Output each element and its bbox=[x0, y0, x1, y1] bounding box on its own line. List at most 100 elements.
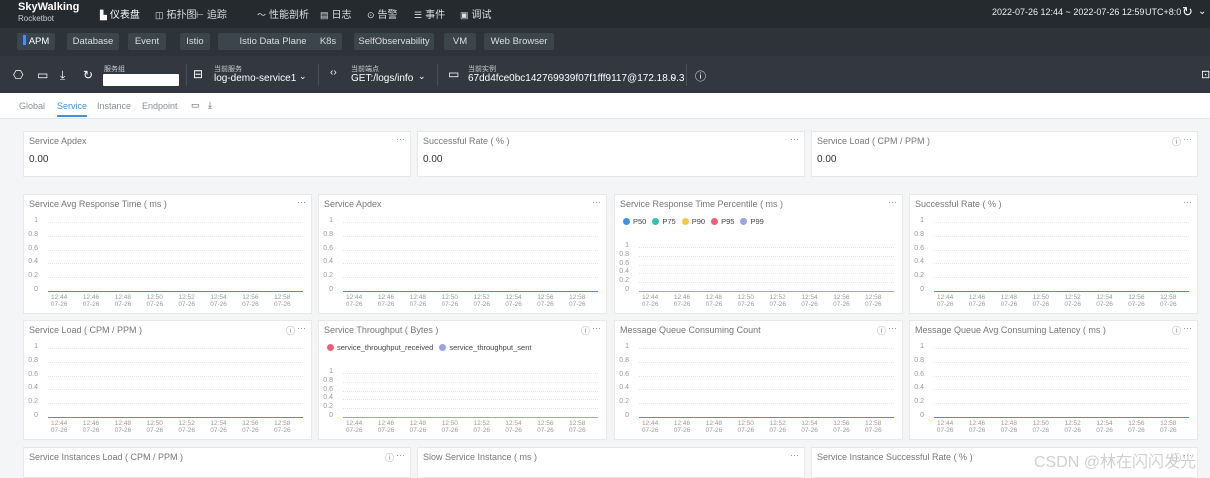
chart-legend: P50 P75 P90 P95 P99 bbox=[623, 217, 770, 226]
series-line bbox=[934, 417, 1189, 418]
x-tick-date: 07-26 bbox=[345, 301, 363, 308]
more-icon[interactable]: ··· bbox=[888, 323, 897, 333]
x-tick-date: 07-26 bbox=[82, 427, 100, 434]
instance-select[interactable]: 67dd4fce0bc142769939f07f1fff9117@172.18.… bbox=[468, 73, 684, 84]
nav-topology-icon: ◫ bbox=[155, 10, 164, 20]
subtab-service[interactable]: Service bbox=[57, 101, 87, 111]
info-icon[interactable]: ⓘ bbox=[385, 451, 394, 464]
legend-item[interactable]: P90 bbox=[681, 217, 705, 226]
y-tick-label: 1 bbox=[34, 217, 38, 224]
info-icon[interactable]: ⓘ bbox=[286, 324, 295, 337]
more-icon[interactable]: ··· bbox=[396, 450, 405, 460]
time-range[interactable]: 2022-07-26 12:44 ~ 2022-07-26 12:59 bbox=[992, 7, 1144, 17]
info-icon[interactable]: ⓘ bbox=[877, 324, 886, 337]
panel-successful-rate: Successful Rate ( % ) ··· 0.00 bbox=[417, 131, 805, 177]
tab-label: VM bbox=[452, 36, 468, 47]
more-icon[interactable]: ··· bbox=[888, 197, 897, 207]
more-icon[interactable]: ··· bbox=[297, 323, 306, 333]
refresh-icon[interactable]: ↻ bbox=[1182, 4, 1193, 20]
info-icon[interactable]: ⓘ bbox=[695, 68, 706, 84]
x-tick-label: 12:54 07-26 bbox=[1092, 294, 1118, 308]
nav-dashboard[interactable]: ▙ 仪表盘 bbox=[100, 6, 140, 21]
more-icon[interactable]: ··· bbox=[790, 450, 799, 460]
tab-selfobservability[interactable]: SelfObservability bbox=[354, 33, 434, 50]
subtab-instance[interactable]: Instance bbox=[97, 101, 131, 111]
more-icon[interactable]: ··· bbox=[592, 323, 601, 333]
x-tick-label: 12:54 07-26 bbox=[501, 420, 527, 434]
subtab-global[interactable]: Global bbox=[19, 101, 45, 111]
x-tick-date: 07-26 bbox=[864, 301, 882, 308]
y-tick-label: 0 bbox=[34, 412, 38, 419]
monitor-icon[interactable]: ▭ bbox=[37, 68, 48, 82]
legend-item[interactable]: P50 bbox=[623, 217, 646, 226]
x-tick-date: 07-26 bbox=[505, 301, 522, 308]
y-tick-label: 0.6 bbox=[323, 385, 333, 393]
endpoint-select[interactable]: GET:/logs/info bbox=[351, 73, 413, 84]
lock-icon[interactable]: ⎔ bbox=[13, 68, 23, 82]
instance-icon: ▭ bbox=[448, 67, 460, 81]
legend-item[interactable]: service_throughput_received bbox=[327, 343, 433, 352]
chevron-down-icon[interactable]: ⌄ bbox=[1198, 6, 1206, 17]
more-icon[interactable]: ··· bbox=[1183, 197, 1192, 207]
x-tick-date: 07-26 bbox=[473, 427, 490, 434]
timezone[interactable]: UTC+8:0 bbox=[1145, 7, 1181, 17]
grid-line bbox=[343, 222, 598, 223]
nav-profile[interactable]: 〜性能剖析 bbox=[257, 6, 309, 21]
x-tick-label: 12:50 07-26 bbox=[733, 294, 759, 308]
nav-alarm[interactable]: ⊙ 告警 bbox=[367, 6, 398, 21]
legend-item[interactable]: service_throughput_sent bbox=[439, 343, 531, 352]
nav-trace[interactable]: ⊢ 追踪 bbox=[196, 6, 227, 21]
tab-istio-data-plane[interactable]: Istio Data Plane bbox=[218, 33, 328, 50]
subtab-endpoint[interactable]: Endpoint bbox=[142, 101, 178, 111]
folder-icon[interactable]: ▭ bbox=[191, 100, 200, 111]
nav-debug[interactable]: ▣ 调试 bbox=[460, 6, 492, 21]
download-icon[interactable]: ⤓ bbox=[208, 100, 212, 111]
chevron-down-icon[interactable]: ⌄ bbox=[418, 71, 426, 82]
x-tick-label: 12:46 07-26 bbox=[964, 294, 990, 308]
service-select[interactable]: log-demo-service1 bbox=[214, 73, 296, 84]
y-tick-label: 1 bbox=[920, 217, 924, 224]
grid-line bbox=[343, 390, 598, 392]
tab-istio[interactable]: Istio bbox=[180, 33, 210, 50]
series-line bbox=[934, 291, 1189, 292]
y-tick-label: 0.6 bbox=[914, 244, 924, 252]
more-icon[interactable]: ··· bbox=[297, 197, 306, 207]
x-tick-time: 12:54 bbox=[1096, 420, 1113, 427]
x-tick-time: 12:50 bbox=[737, 420, 754, 427]
reload-icon[interactable]: ↻ bbox=[83, 68, 93, 82]
more-icon[interactable]: ··· bbox=[396, 134, 405, 144]
tab-apm[interactable]: APM bbox=[17, 33, 55, 50]
download-icon[interactable]: ⤓ bbox=[60, 68, 65, 83]
chevron-down-icon[interactable]: ⌄ bbox=[299, 71, 307, 82]
x-tick-date: 07-26 bbox=[833, 427, 850, 434]
x-tick-time: 12:54 bbox=[210, 420, 227, 427]
more-icon[interactable]: ··· bbox=[1183, 323, 1192, 333]
legend-item[interactable]: P99 bbox=[740, 217, 764, 226]
info-icon[interactable]: ⓘ bbox=[1172, 324, 1181, 337]
tab-k8s[interactable]: K8s bbox=[314, 33, 342, 50]
x-tick-label: 12:48 07-26 bbox=[996, 420, 1022, 434]
more-icon[interactable]: ··· bbox=[1183, 134, 1192, 144]
x-tick-date: 07-26 bbox=[641, 427, 659, 434]
legend-item[interactable]: P75 bbox=[652, 217, 676, 226]
nav-event[interactable]: ☰ 事件 bbox=[414, 6, 445, 21]
x-tick-time: 12:48 bbox=[705, 420, 723, 427]
x-tick-time: 12:50 bbox=[146, 294, 163, 301]
group-input[interactable] bbox=[103, 74, 179, 86]
nav-label: 拓扑图 bbox=[166, 10, 197, 21]
more-icon[interactable]: ··· bbox=[592, 197, 601, 207]
nav-topology[interactable]: ◫ 拓扑图 bbox=[155, 6, 197, 21]
tab-vm[interactable]: VM bbox=[444, 33, 476, 50]
side-toggle-icon[interactable]: ⊡ bbox=[1201, 68, 1210, 81]
info-icon[interactable]: ⓘ bbox=[581, 324, 590, 337]
nav-log-icon: ▤ bbox=[320, 10, 329, 20]
chevron-down-icon[interactable]: ⌄ bbox=[670, 71, 678, 82]
legend-item[interactable]: P95 bbox=[711, 217, 734, 226]
tab-database[interactable]: Database bbox=[67, 33, 119, 50]
tab-event[interactable]: Event bbox=[128, 33, 166, 50]
tab-web-browser[interactable]: Web Browser bbox=[484, 33, 554, 50]
info-icon[interactable]: ⓘ bbox=[1172, 135, 1181, 148]
nav-log[interactable]: ▤ 日志 bbox=[320, 6, 352, 21]
more-icon[interactable]: ··· bbox=[790, 134, 799, 144]
grid-line bbox=[934, 403, 1189, 405]
